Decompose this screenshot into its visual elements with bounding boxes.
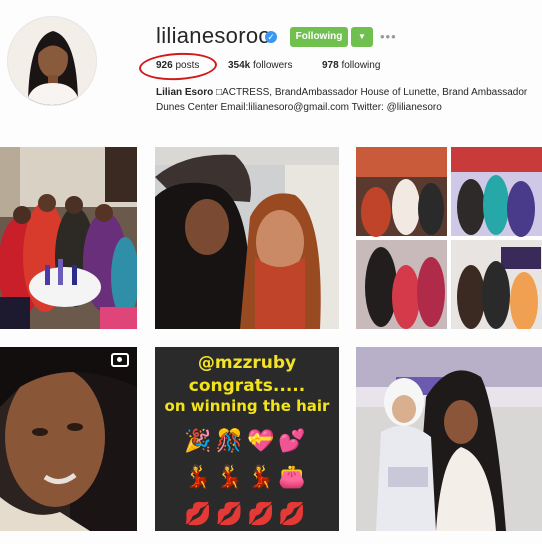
following-count[interactable]: 978 following	[322, 60, 380, 71]
following-label: following	[341, 60, 381, 71]
emoji-row: 💃💃💃👛	[184, 465, 310, 490]
following-button[interactable]: Following	[290, 27, 348, 47]
emoji-row: 💋💋💋💋	[184, 502, 310, 527]
post-thumbnail[interactable]	[0, 147, 137, 329]
caption-line-1: @mzzruby	[197, 353, 297, 373]
bio-name: Lilian Esoro	[156, 87, 214, 98]
profile-avatar[interactable]	[7, 16, 97, 106]
post-thumbnail[interactable]	[356, 347, 542, 531]
post-thumbnail[interactable]	[155, 147, 339, 329]
followers-count[interactable]: 354k followers	[228, 60, 293, 71]
emoji-row: 🎉🎊💝💕	[184, 429, 310, 454]
profile-username: lilianesoroo	[156, 23, 271, 48]
caption-line-2: congrats.....	[188, 376, 306, 396]
profile-bio: Lilian Esoro □ACTRESS, BrandAmbassador H…	[156, 85, 536, 115]
followers-label: followers	[253, 60, 293, 71]
post-thumbnail[interactable]	[356, 147, 542, 329]
ellipsis-icon[interactable]: •••	[380, 29, 397, 44]
following-number: 978	[322, 60, 339, 71]
caption-line-3: on winning the hair	[164, 397, 330, 415]
post-thumbnail[interactable]	[0, 347, 137, 531]
video-camera-icon	[111, 353, 129, 367]
followers-number: 354k	[228, 60, 251, 71]
caret-down-icon[interactable]: ▼	[351, 27, 373, 47]
verified-check-icon: ✓	[265, 31, 277, 43]
red-annotation-circle	[138, 50, 218, 83]
post-thumbnail[interactable]: @mzzruby congrats..... on winning the ha…	[155, 347, 339, 531]
